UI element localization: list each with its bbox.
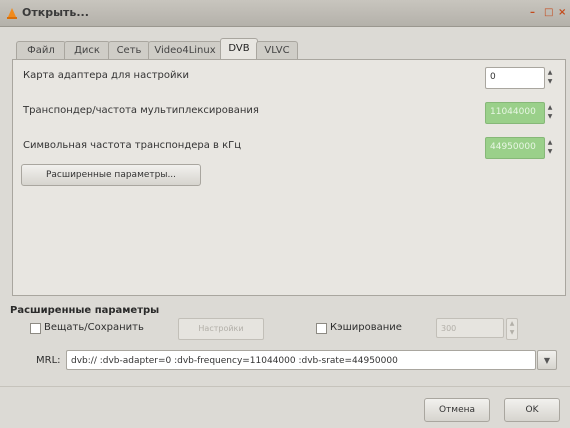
window-title: Открыть... [22, 6, 89, 19]
stream-checkbox[interactable] [30, 323, 41, 334]
cache-spin-arrows-icon[interactable]: ▲ ▼ [506, 318, 518, 340]
title-bar: Открыть... – □ × [0, 0, 570, 27]
mrl-input[interactable]: dvb:// :dvb-adapter=0 :dvb-frequency=110… [66, 350, 536, 370]
srate-value: 44950000 [490, 142, 536, 152]
close-button[interactable]: × [558, 7, 566, 18]
dvb-advanced-button[interactable]: Расширенные параметры... [21, 164, 201, 186]
srate-spinbox[interactable]: 44950000 [485, 137, 545, 159]
mrl-dropdown-icon[interactable]: ▼ [537, 350, 557, 370]
cache-checkbox[interactable] [316, 323, 327, 334]
frequency-spin-arrows-icon[interactable]: ▲ ▼ [545, 103, 555, 123]
adapter-label: Карта адаптера для настройки [23, 70, 190, 81]
cancel-button[interactable]: Отмена [424, 398, 490, 422]
stream-settings-button[interactable]: Настройки [178, 318, 264, 340]
adapter-value: 0 [490, 72, 496, 82]
tab-vlvc[interactable]: VLVC [256, 41, 298, 60]
minimize-button[interactable]: – [530, 7, 535, 18]
srate-spin-arrows-icon[interactable]: ▲ ▼ [545, 138, 555, 158]
maximize-button[interactable]: □ [544, 7, 553, 18]
vlc-cone-icon [7, 8, 17, 19]
tab-file[interactable]: Файл [16, 41, 66, 60]
tab-video4linux[interactable]: Video4Linux [148, 41, 222, 60]
srate-label: Символьная частота транспондера в кГц [23, 140, 242, 151]
cache-label: Кэширование [330, 322, 402, 333]
advanced-section-title: Расширенные параметры [10, 305, 160, 316]
mrl-label: MRL: [36, 355, 61, 366]
tab-dvb[interactable]: DVB [220, 38, 258, 61]
tab-network[interactable]: Сеть [108, 41, 150, 60]
stream-label: Вещать/Сохранить [44, 322, 144, 333]
cache-spinbox[interactable]: 300 [436, 318, 504, 338]
frequency-value: 11044000 [490, 107, 536, 117]
dvb-panel: Карта адаптера для настройки 0 ▲ ▼ Трансп… [12, 59, 566, 296]
bottom-separator [0, 386, 570, 387]
ok-button[interactable]: OK [504, 398, 560, 422]
frequency-label: Транспондер/частота мультиплексирования [23, 105, 259, 116]
frequency-spinbox[interactable]: 11044000 [485, 102, 545, 124]
adapter-spin-arrows-icon[interactable]: ▲ ▼ [545, 68, 555, 88]
tab-disc[interactable]: Диск [64, 41, 110, 60]
adapter-spinbox[interactable]: 0 [485, 67, 545, 89]
